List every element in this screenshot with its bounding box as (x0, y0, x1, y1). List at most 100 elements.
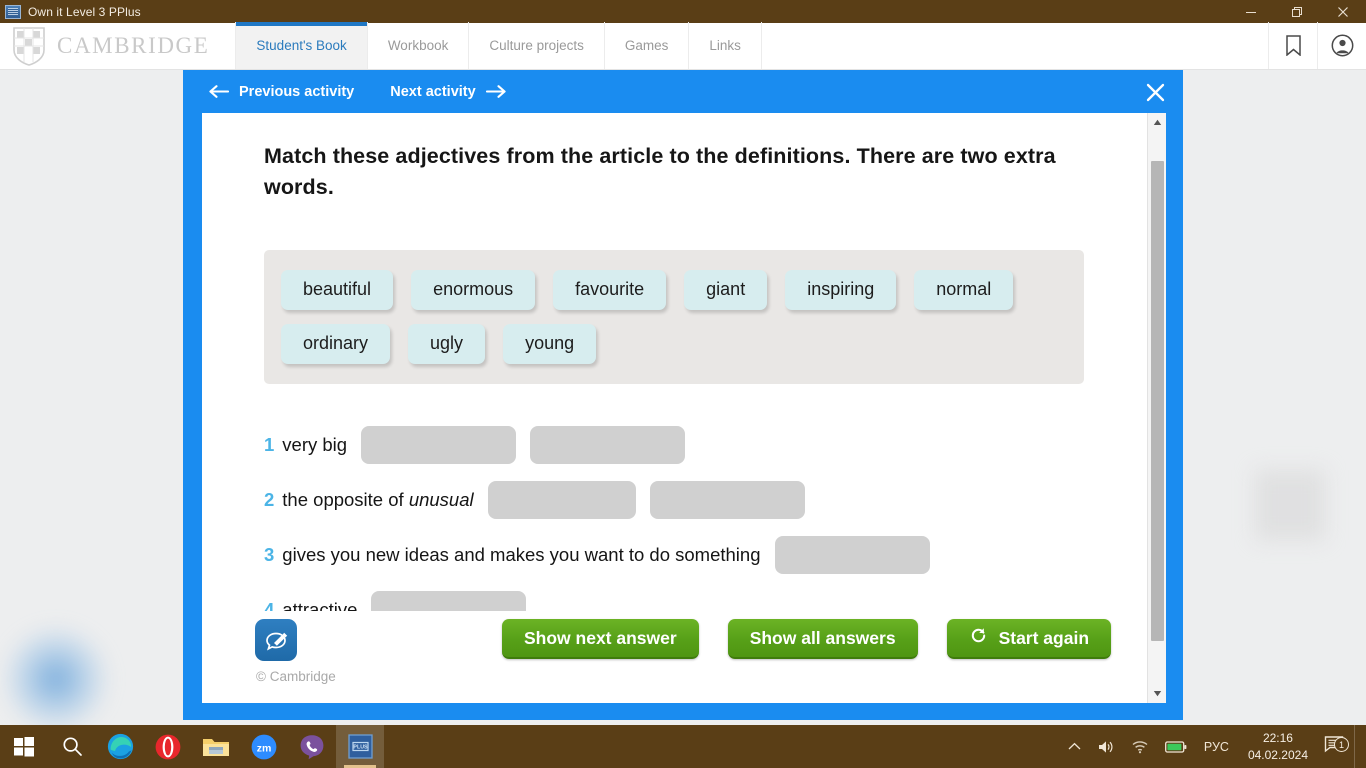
word-chip[interactable]: young (503, 323, 597, 364)
arrow-right-icon (485, 85, 507, 98)
word-chip[interactable]: giant (684, 270, 768, 310)
app-header: CAMBRIDGE Student's Book Workbook Cultur… (0, 22, 1366, 70)
question-row: 3 gives you new ideas and makes you want… (264, 535, 1107, 574)
header-actions (1268, 22, 1366, 69)
question-text-italic: unusual (408, 488, 474, 510)
tab-culture-projects[interactable]: Culture projects (469, 22, 605, 69)
activity-instruction: Match these adjectives from the article … (264, 144, 1056, 199)
activity-content-panel: Match these adjectives from the article … (202, 113, 1166, 703)
answer-blank[interactable] (530, 425, 686, 464)
word-chip[interactable]: beautiful (281, 270, 394, 310)
main-tabs: Student's Book Workbook Culture projects… (235, 22, 762, 69)
previous-activity-label: Previous activity (239, 83, 355, 100)
minimize-button[interactable] (1228, 0, 1274, 23)
question-text: very big (282, 433, 348, 455)
bookmark-icon[interactable] (1268, 22, 1317, 69)
answer-blank[interactable] (361, 425, 517, 464)
system-tray: РУС 22:16 04.02.2024 1 (1060, 725, 1366, 768)
next-activity-button[interactable]: Next activity (390, 84, 506, 100)
answer-blank[interactable] (649, 480, 805, 519)
notifications-icon[interactable]: 1 (1318, 735, 1354, 758)
brand-logo: CAMBRIDGE (0, 22, 235, 69)
viber-app-icon (300, 734, 324, 759)
show-desktop-button[interactable] (1354, 725, 1360, 768)
app-window-icon (5, 4, 21, 19)
button-label: Show all answers (749, 627, 896, 648)
taskbar-file-explorer[interactable] (192, 725, 240, 768)
tab-label: Games (624, 38, 669, 53)
show-all-answers-button[interactable]: Show all answers (727, 619, 918, 659)
question-number: 1 (264, 433, 275, 455)
next-activity-label: Next activity (390, 83, 476, 100)
button-label: Start again (998, 627, 1090, 648)
tab-links[interactable]: Links (689, 22, 762, 69)
word-chip[interactable]: normal (914, 270, 1014, 310)
button-label: Show next answer (524, 627, 677, 648)
content-scrollbar[interactable] (1147, 113, 1166, 703)
opera-browser-icon (155, 734, 181, 759)
scrollbar-thumb[interactable] (1151, 161, 1164, 641)
close-icon[interactable] (1137, 74, 1173, 110)
scroll-down-arrow-icon[interactable] (1148, 684, 1166, 703)
question-text: attractive (282, 598, 358, 620)
language-indicator[interactable]: РУС (1195, 740, 1238, 754)
tab-workbook[interactable]: Workbook (368, 22, 470, 69)
question-row: 1 very big (264, 425, 1107, 464)
tab-label: Workbook (387, 38, 449, 53)
taskbar-zoom[interactable]: zm (240, 725, 288, 768)
maximize-button[interactable] (1274, 0, 1320, 23)
tab-label: Culture projects (489, 38, 584, 53)
show-next-answer-button[interactable]: Show next answer (502, 619, 699, 659)
battery-icon[interactable] (1157, 725, 1195, 768)
notification-count-badge: 1 (1334, 737, 1349, 752)
tab-games[interactable]: Games (605, 22, 690, 69)
window-title-bar: Own it Level 3 PPlus (0, 0, 1366, 23)
taskbar-edge[interactable] (96, 725, 144, 768)
taskbar-viber[interactable] (288, 725, 336, 768)
word-chip[interactable]: favourite (553, 270, 667, 310)
taskbar-app-list: zm PLUS (0, 725, 384, 768)
word-chip[interactable]: enormous (411, 270, 536, 310)
search-button[interactable] (48, 725, 96, 768)
activity-action-buttons: Show next answer Show all answers Start … (502, 619, 1112, 659)
word-chip[interactable]: ugly (408, 323, 486, 364)
taskbar-pplus[interactable]: PLUS (336, 725, 384, 768)
activity-modal: Previous activity Next activity Match th… (183, 70, 1183, 720)
account-icon[interactable] (1317, 22, 1366, 69)
clock-date: 04.02.2024 (1247, 747, 1308, 762)
question-row: 2 the opposite of unusual (264, 480, 1107, 519)
question-number: 4 (264, 598, 275, 620)
start-button[interactable] (0, 725, 48, 768)
zoom-app-icon: zm (251, 734, 277, 759)
search-icon (62, 737, 82, 756)
word-chip[interactable]: ordinary (281, 323, 391, 364)
show-hidden-icons-chevron[interactable] (1060, 725, 1089, 768)
wifi-icon[interactable] (1123, 725, 1157, 768)
brand-name: CAMBRIDGE (57, 32, 210, 58)
answer-blank[interactable] (774, 535, 930, 574)
word-bank: beautiful enormous favourite giant inspi… (264, 250, 1084, 384)
activity-scroll-area: Match these adjectives from the article … (202, 113, 1147, 703)
answer-blank[interactable] (487, 480, 636, 519)
edge-browser-icon (107, 733, 133, 760)
clock[interactable]: 22:16 04.02.2024 (1238, 730, 1318, 762)
clock-time: 22:16 (1262, 731, 1293, 746)
annotate-pen-icon[interactable] (255, 619, 297, 661)
previous-activity-button[interactable]: Previous activity (208, 84, 354, 100)
start-again-button[interactable]: Start again (946, 619, 1112, 659)
activity-nav-bar: Previous activity Next activity (183, 70, 1183, 113)
word-chip[interactable]: inspiring (785, 270, 897, 310)
taskbar-opera[interactable] (144, 725, 192, 768)
windows-logo-icon (14, 736, 34, 756)
question-text: the opposite of unusual (282, 489, 473, 511)
window-controls (1228, 0, 1366, 23)
svg-text:PLUS: PLUS (353, 745, 368, 751)
window-title: Own it Level 3 PPlus (28, 4, 141, 19)
close-button[interactable] (1320, 0, 1366, 23)
tab-students-book[interactable]: Student's Book (235, 22, 368, 69)
svg-text:zm: zm (257, 742, 272, 754)
scroll-up-arrow-icon[interactable] (1148, 113, 1166, 132)
volume-icon[interactable] (1089, 725, 1123, 768)
tab-label: Links (709, 38, 741, 53)
windows-taskbar: zm PLUS РУС 22:16 04.02.2024 1 (0, 725, 1366, 768)
